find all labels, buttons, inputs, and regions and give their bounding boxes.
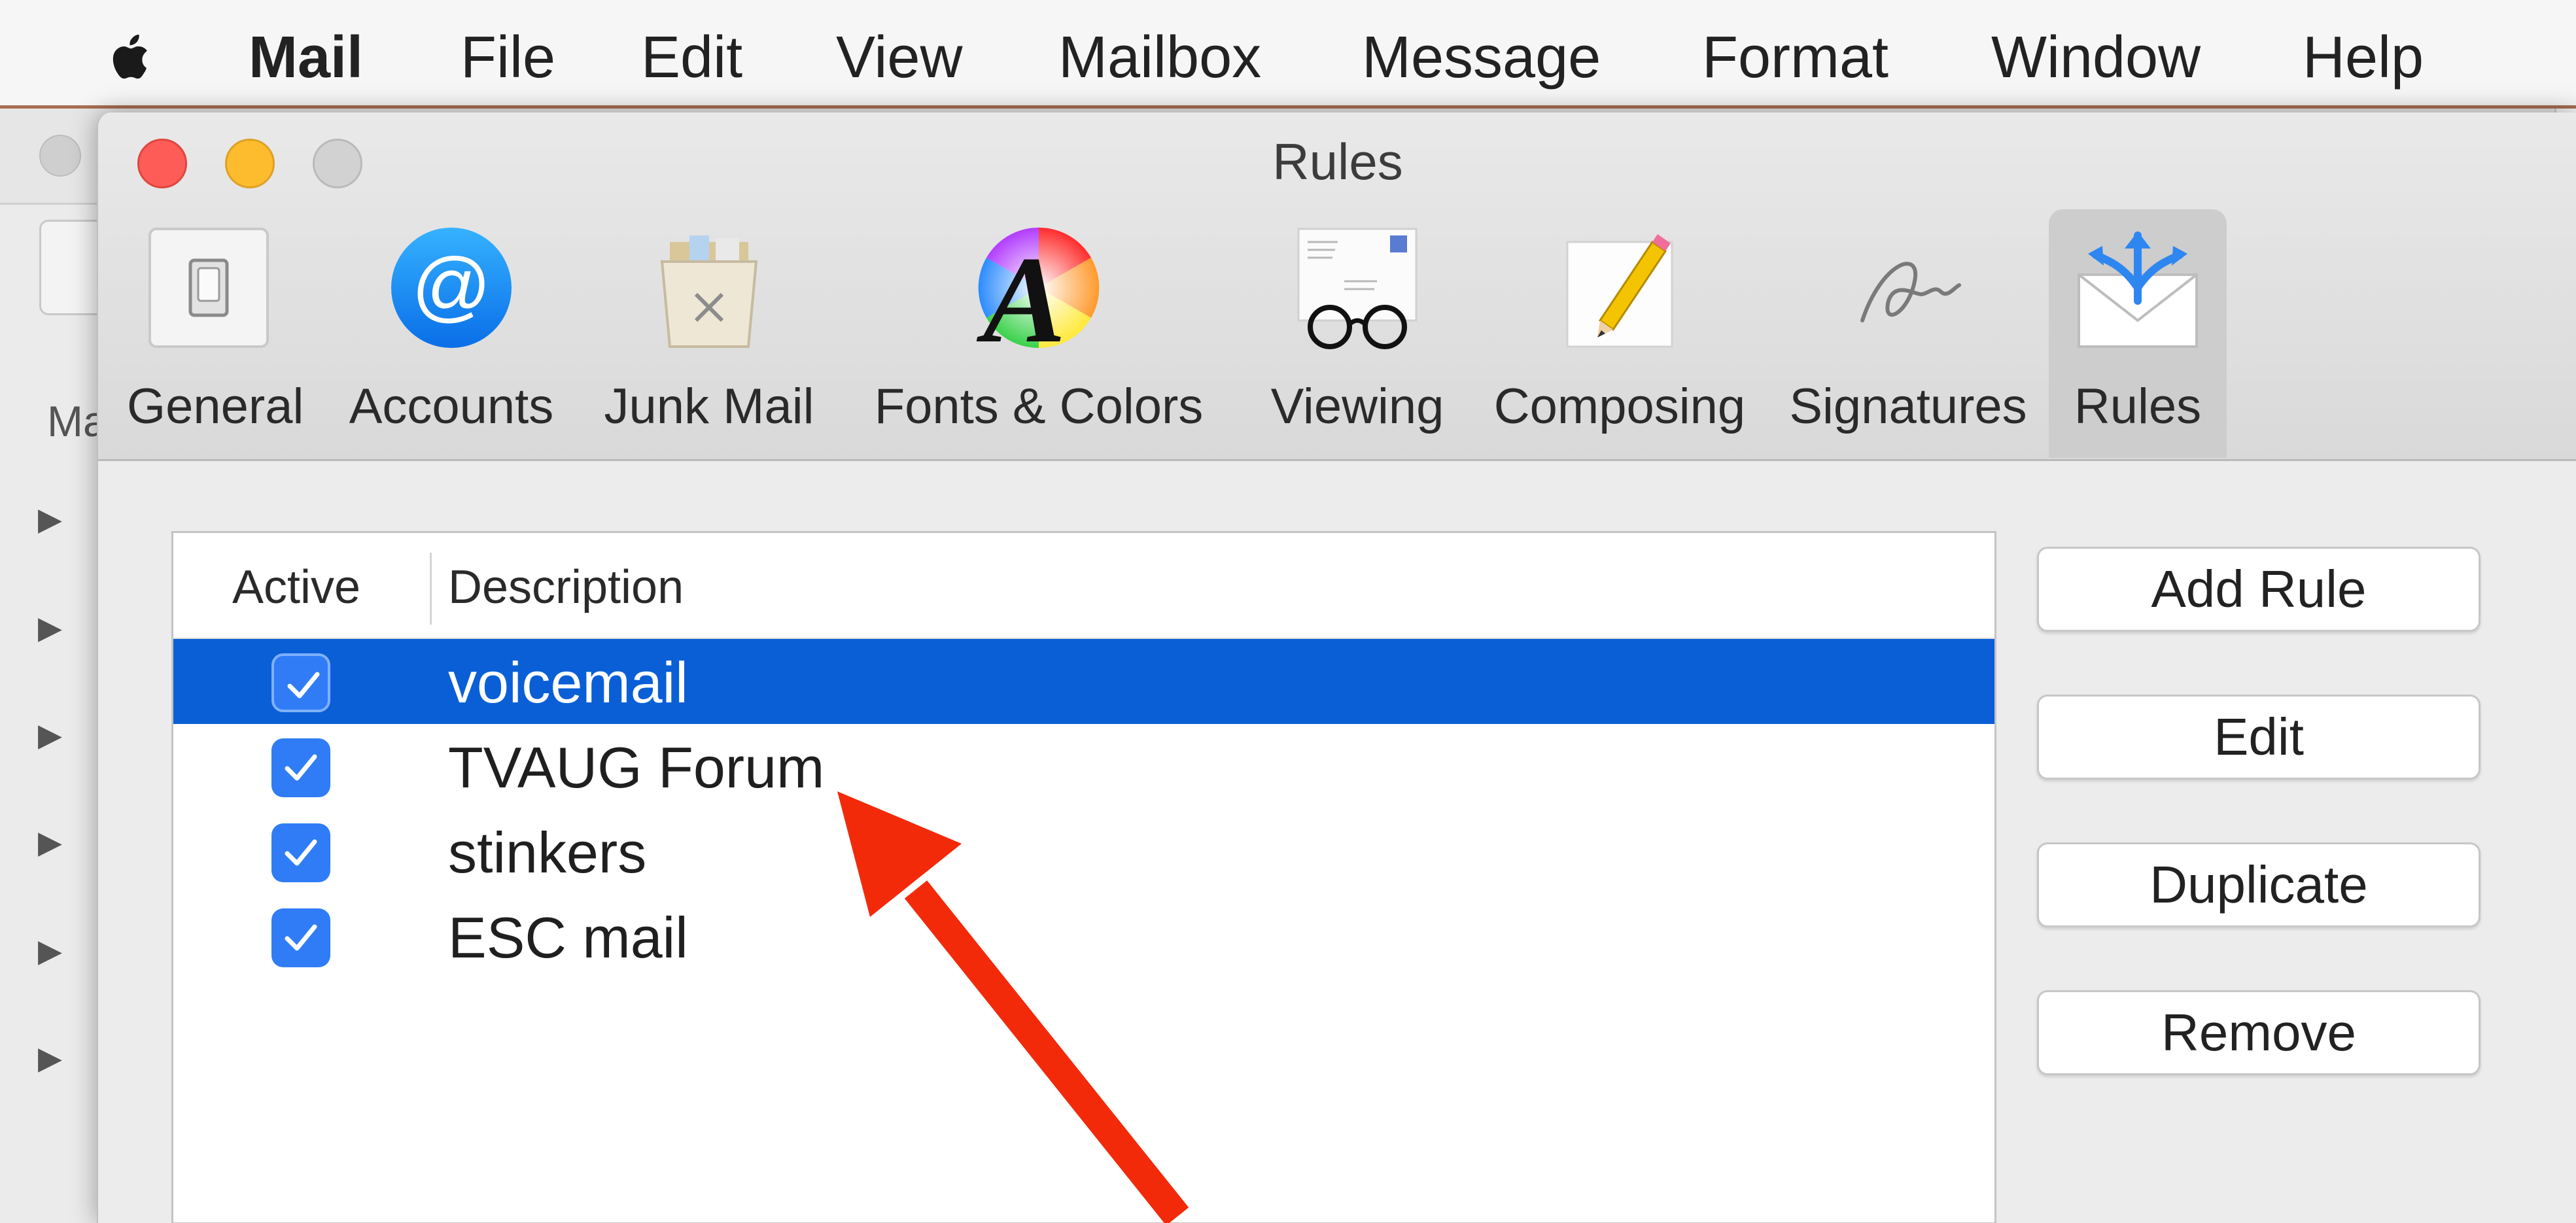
rule-name: TVAUG Forum	[448, 735, 825, 800]
tab-signatures[interactable]: Signatures	[1781, 209, 2036, 458]
tab-general-label: General	[127, 379, 304, 434]
tab-viewing-label: Viewing	[1270, 379, 1444, 434]
menu-file[interactable]: File	[461, 25, 555, 90]
table-header: Active Description	[173, 533, 1994, 640]
pencil-paper-icon	[1566, 234, 1673, 348]
light-switch-icon	[148, 228, 269, 348]
menu-mail[interactable]: Mail	[249, 25, 363, 90]
tab-rules[interactable]: Rules	[2049, 209, 2227, 458]
signature-icon	[1860, 262, 1961, 322]
menu-view[interactable]: View	[836, 25, 962, 90]
tab-viewing[interactable]: Viewing	[1256, 209, 1459, 458]
rule-active-checkbox[interactable]	[271, 653, 330, 712]
tab-composing[interactable]: Composing	[1482, 209, 1757, 458]
remove-button[interactable]: Remove	[2037, 990, 2480, 1075]
disclosure-triangle-icon[interactable]: ▶	[38, 501, 62, 538]
disclosure-triangle-icon[interactable]: ▶	[38, 824, 62, 861]
tab-fonts-colors[interactable]: A Fonts & Colors	[862, 209, 1215, 458]
menu-window[interactable]: Window	[1991, 25, 2201, 90]
column-divider[interactable]	[430, 553, 432, 625]
trash-bin-icon	[660, 235, 758, 348]
checkmark-icon	[287, 672, 320, 698]
svg-text:@: @	[411, 242, 491, 330]
tab-junk-mail[interactable]: Junk Mail	[598, 209, 820, 458]
rules-table: Active Description voicemail TVAUG Forum…	[171, 531, 1996, 1223]
table-row[interactable]: ESC mail	[173, 894, 1994, 979]
glasses-letter-icon	[1297, 228, 1418, 349]
rule-active-checkbox[interactable]	[271, 823, 330, 882]
tab-general[interactable]: General	[127, 209, 304, 458]
rule-name: stinkers	[448, 820, 647, 885]
envelope-arrows-icon	[2078, 232, 2198, 348]
menu-bar: Mail File Edit View Mailbox Message Form…	[0, 0, 2576, 109]
background-close-button[interactable]	[39, 135, 81, 177]
tab-junk-mail-label: Junk Mail	[604, 379, 814, 434]
rule-name: ESC mail	[448, 905, 688, 970]
preferences-window: Rules General @ Accounts Junk Mail A Fon…	[97, 112, 2576, 1223]
table-row[interactable]: voicemail	[173, 639, 1994, 724]
tab-accounts[interactable]: @ Accounts	[347, 209, 556, 458]
checkmark-icon	[285, 754, 317, 781]
tab-fonts-colors-label: Fonts & Colors	[874, 379, 1204, 434]
tab-composing-label: Composing	[1493, 379, 1746, 434]
column-header-active[interactable]: Active	[232, 560, 360, 614]
menu-mailbox[interactable]: Mailbox	[1058, 25, 1261, 90]
checkmark-icon	[285, 839, 317, 866]
rule-active-checkbox[interactable]	[271, 908, 330, 967]
font-color-wheel-icon: A	[977, 227, 1100, 353]
disclosure-triangle-icon[interactable]: ▶	[38, 933, 62, 969]
svg-text:A: A	[977, 232, 1066, 353]
tab-rules-label: Rules	[2074, 379, 2202, 434]
menu-format[interactable]: Format	[1702, 25, 1888, 90]
column-header-description[interactable]: Description	[448, 560, 684, 614]
preferences-toolbar: Rules General @ Accounts Junk Mail A Fon…	[98, 112, 2576, 461]
disclosure-triangle-icon[interactable]: ▶	[38, 610, 62, 646]
menu-help[interactable]: Help	[2303, 25, 2424, 90]
at-sign-icon: @	[391, 228, 512, 348]
apple-logo-icon[interactable]	[105, 31, 158, 85]
window-title: Rules	[1272, 133, 1403, 190]
menu-message[interactable]: Message	[1362, 25, 1601, 90]
tab-signatures-label: Signatures	[1789, 379, 2027, 434]
menu-edit[interactable]: Edit	[641, 25, 742, 90]
table-row[interactable]: TVAUG Forum	[173, 724, 1994, 809]
table-row[interactable]: stinkers	[173, 809, 1994, 894]
disclosure-triangle-icon[interactable]: ▶	[38, 1040, 62, 1077]
edit-button[interactable]: Edit	[2037, 695, 2480, 780]
add-rule-button[interactable]: Add Rule	[2037, 547, 2480, 632]
rule-name: voicemail	[448, 650, 688, 715]
disclosure-triangle-icon[interactable]: ▶	[38, 717, 62, 753]
checkmark-icon	[285, 924, 317, 951]
rule-active-checkbox[interactable]	[271, 738, 330, 797]
tab-accounts-label: Accounts	[349, 379, 554, 434]
duplicate-button[interactable]: Duplicate	[2037, 842, 2480, 927]
